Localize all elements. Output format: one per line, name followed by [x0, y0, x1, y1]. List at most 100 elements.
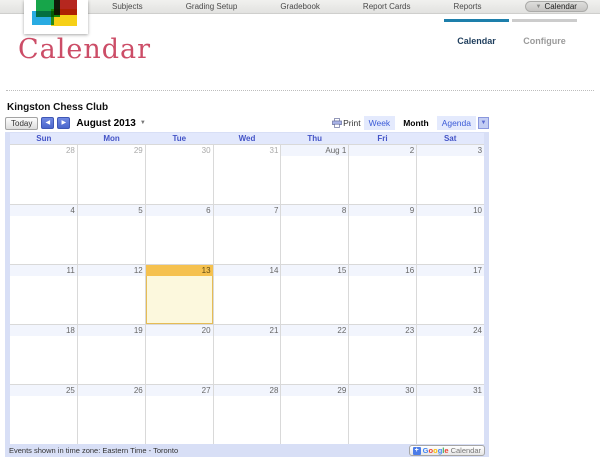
date-number: 10 — [417, 205, 484, 216]
calendar-day-cell[interactable]: 10 — [417, 205, 484, 264]
calendar-day-cell[interactable]: 21 — [214, 325, 282, 384]
date-number: 11 — [10, 265, 77, 276]
next-month-button[interactable]: ▶ — [57, 117, 70, 129]
calendar-widget: Kingston Chess Club Today ◀ ▶ August 201… — [5, 102, 489, 457]
day-header-sun: Sun — [10, 133, 78, 144]
calendar-week-row: 11121314151617 — [10, 264, 484, 324]
date-number: 31 — [214, 145, 281, 156]
calendar-day-cell[interactable]: 3 — [417, 145, 484, 204]
print-button[interactable]: Print — [332, 118, 360, 128]
nav-gradebook[interactable]: Gradebook — [280, 2, 320, 11]
calendar-day-cell[interactable]: 22 — [281, 325, 349, 384]
calendar-day-cell[interactable]: 12 — [78, 265, 146, 324]
date-number: 17 — [417, 265, 484, 276]
logo-yellow-square — [51, 9, 77, 26]
calendar-day-cell[interactable]: 26 — [78, 385, 146, 444]
calendar-day-cell[interactable]: 6 — [146, 205, 214, 264]
calendar-day-cell[interactable]: 7 — [214, 205, 282, 264]
agenda-dropdown-button[interactable]: ▼ — [478, 117, 489, 129]
calendar-day-cell[interactable]: 24 — [417, 325, 484, 384]
calendar-day-cell[interactable]: 4 — [10, 205, 78, 264]
page-tabs: Calendar Configure — [444, 19, 577, 49]
date-number: 21 — [214, 325, 281, 336]
calendar-month-grid: 28293031Aug 1234567891011121314151617181… — [10, 144, 484, 444]
nav-calendar-button[interactable]: ▼ Calendar — [525, 1, 588, 12]
calendar-grid-frame: Sun Mon Tue Wed Thu Fri Sat 28293031Aug … — [5, 132, 489, 444]
app-logo[interactable] — [24, 0, 88, 34]
calendar-day-cell-today[interactable]: 13 — [146, 265, 214, 324]
calendar-day-cell[interactable]: 28 — [10, 145, 78, 204]
google-calendar-badge[interactable]: + Google Calendar — [409, 445, 485, 456]
calendar-day-cell[interactable]: 31 — [214, 145, 282, 204]
date-number: 18 — [10, 325, 77, 336]
month-dropdown-icon[interactable]: ▼ — [140, 120, 146, 126]
date-number: 20 — [146, 325, 213, 336]
calendar-day-cell[interactable]: Aug 1 — [281, 145, 349, 204]
calendar-day-cell[interactable]: 17 — [417, 265, 484, 324]
calendar-week-row: 25262728293031 — [10, 384, 484, 444]
calendar-day-cell[interactable]: 11 — [10, 265, 78, 324]
date-number: 28 — [10, 145, 77, 156]
day-header-thu: Thu — [281, 133, 349, 144]
calendar-day-cell[interactable]: 30 — [146, 145, 214, 204]
date-number: 8 — [281, 205, 348, 216]
nav-subjects[interactable]: Subjects — [112, 2, 143, 11]
view-month-button[interactable]: Month — [398, 116, 434, 130]
calendar-day-cell[interactable]: 16 — [349, 265, 417, 324]
view-week-button[interactable]: Week — [364, 116, 396, 130]
date-number: 30 — [349, 385, 416, 396]
nav-report-cards[interactable]: Report Cards — [363, 2, 411, 11]
calendar-day-cell[interactable]: 28 — [214, 385, 282, 444]
date-number: 31 — [417, 385, 484, 396]
calendar-day-cell[interactable]: 9 — [349, 205, 417, 264]
date-number: 16 — [349, 265, 416, 276]
calendar-week-row: 28293031Aug 123 — [10, 144, 484, 204]
tab-calendar-label: Calendar — [457, 36, 496, 46]
calendar-day-cell[interactable]: 15 — [281, 265, 349, 324]
calendar-day-cell[interactable]: 29 — [281, 385, 349, 444]
calendar-week-row: 45678910 — [10, 204, 484, 264]
top-navbar: Subjects Grading Setup Gradebook Report … — [0, 0, 600, 14]
tab-configure-label: Configure — [523, 36, 566, 46]
date-number: 4 — [10, 205, 77, 216]
date-number: 7 — [214, 205, 281, 216]
calendar-day-cell[interactable]: 30 — [349, 385, 417, 444]
page-header: Calendar Calendar Configure — [0, 14, 600, 90]
calendar-day-cell[interactable]: 2 — [349, 145, 417, 204]
dashed-divider — [6, 90, 594, 91]
calendar-day-cell[interactable]: 20 — [146, 325, 214, 384]
date-number: 22 — [281, 325, 348, 336]
tab-calendar[interactable]: Calendar — [444, 19, 509, 49]
chevron-down-icon: ▼ — [536, 4, 542, 10]
calendar-day-cell[interactable]: 18 — [10, 325, 78, 384]
date-number: 26 — [78, 385, 145, 396]
nav-grading-setup[interactable]: Grading Setup — [186, 2, 238, 11]
calendar-day-cell[interactable]: 14 — [214, 265, 282, 324]
print-icon — [332, 118, 342, 128]
calendar-day-cell[interactable]: 8 — [281, 205, 349, 264]
calendar-day-cell[interactable]: 25 — [10, 385, 78, 444]
date-number: 30 — [146, 145, 213, 156]
day-header-row: Sun Mon Tue Wed Thu Fri Sat — [10, 133, 484, 144]
calendar-day-cell[interactable]: 19 — [78, 325, 146, 384]
date-number: 28 — [214, 385, 281, 396]
date-number: 29 — [78, 145, 145, 156]
tab-calendar-indicator — [444, 19, 509, 22]
calendar-day-cell[interactable]: 23 — [349, 325, 417, 384]
timezone-note: Events shown in time zone: Eastern Time … — [9, 446, 178, 455]
calendar-day-cell[interactable]: 27 — [146, 385, 214, 444]
calendar-day-cell[interactable]: 31 — [417, 385, 484, 444]
calendar-day-cell[interactable]: 29 — [78, 145, 146, 204]
tab-configure[interactable]: Configure — [512, 19, 577, 49]
calendar-week-row: 18192021222324 — [10, 324, 484, 384]
current-month-label[interactable]: August 2013 — [76, 118, 135, 129]
prev-month-button[interactable]: ◀ — [41, 117, 54, 129]
nav-reports[interactable]: Reports — [454, 2, 482, 11]
day-header-mon: Mon — [78, 133, 146, 144]
date-number: 19 — [78, 325, 145, 336]
today-button[interactable]: Today — [5, 117, 38, 130]
view-agenda-button[interactable]: Agenda — [437, 116, 476, 130]
date-number: 25 — [10, 385, 77, 396]
date-number: 5 — [78, 205, 145, 216]
calendar-day-cell[interactable]: 5 — [78, 205, 146, 264]
